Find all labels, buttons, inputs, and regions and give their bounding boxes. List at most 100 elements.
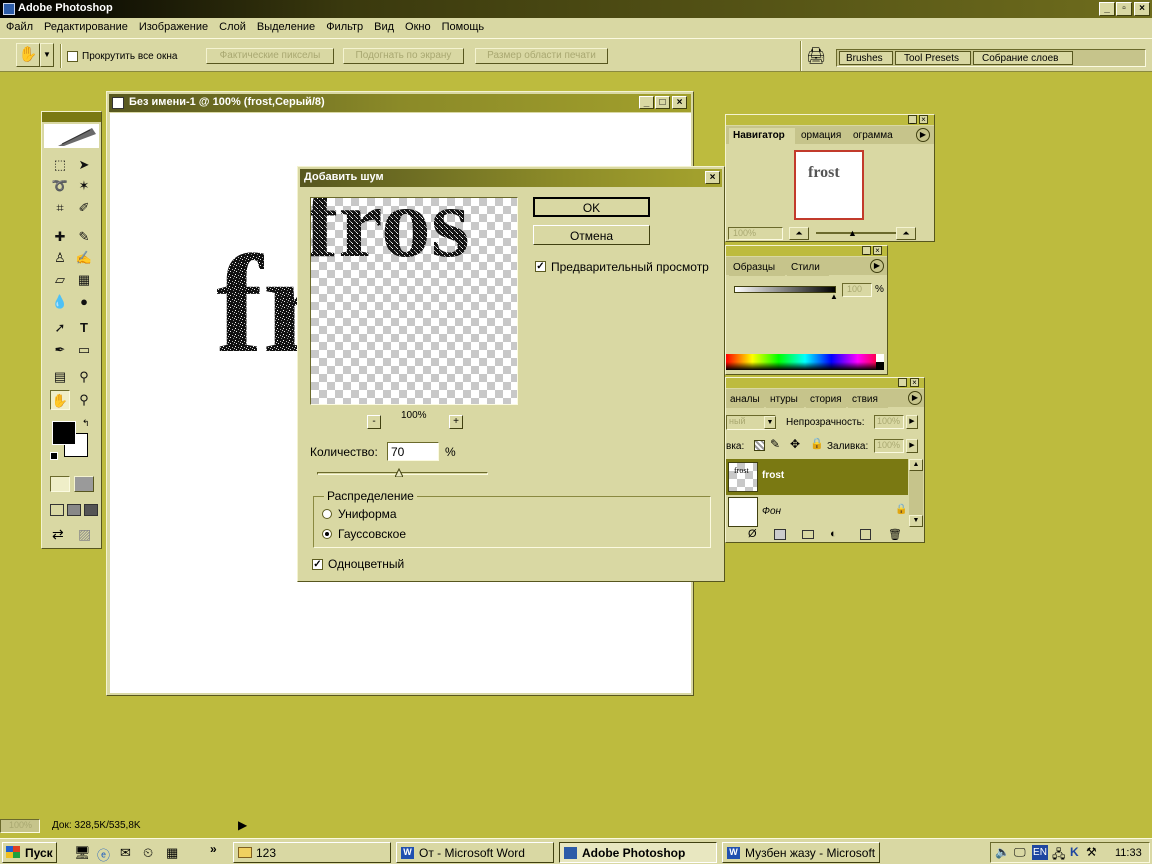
- healing-brush-icon[interactable]: ✚: [50, 227, 70, 247]
- tray-tool-icon[interactable]: ⚒: [1086, 845, 1097, 859]
- ok-button[interactable]: OK: [533, 197, 650, 217]
- quicklaunch-chevron[interactable]: »: [210, 842, 217, 856]
- tray-k-icon[interactable]: K: [1070, 845, 1079, 859]
- doc-close-icon[interactable]: ×: [672, 96, 687, 109]
- navigator-zoom-field[interactable]: 100%: [728, 227, 783, 240]
- color-header[interactable]: _ ×: [726, 246, 887, 256]
- layers-header[interactable]: _ ×: [726, 378, 924, 388]
- tools-palette-header[interactable]: [42, 112, 101, 122]
- gradient-icon[interactable]: ▦: [74, 270, 94, 290]
- well-tab-tool-presets[interactable]: Tool Presets: [895, 51, 971, 65]
- well-tab-brushes[interactable]: Brushes: [839, 51, 893, 65]
- tab-channels[interactable]: аналы: [726, 392, 764, 408]
- layer-mask-icon[interactable]: [774, 529, 786, 540]
- blur-icon[interactable]: 💧: [50, 292, 70, 312]
- type-icon[interactable]: T: [74, 318, 94, 338]
- status-menu-icon[interactable]: ▶: [238, 818, 247, 832]
- slice-icon[interactable]: ✐: [74, 198, 94, 218]
- magic-wand-icon[interactable]: ✶: [74, 176, 94, 196]
- quicklaunch-clock-icon[interactable]: ⏲: [143, 845, 153, 861]
- preview-checkbox[interactable]: ✓: [535, 261, 546, 272]
- imageready-icon[interactable]: ▨: [78, 526, 91, 543]
- actual-pixels-button[interactable]: Фактические пикселы: [206, 48, 334, 64]
- tray-language[interactable]: EN: [1032, 845, 1048, 860]
- file-browser-icon[interactable]: 🖨: [806, 46, 826, 66]
- gray-slider-ramp[interactable]: [734, 286, 836, 293]
- menu-filter[interactable]: Фильтр: [320, 18, 368, 33]
- adjustment-layer-icon[interactable]: ◐: [830, 528, 837, 540]
- scroll-down-icon[interactable]: ▼: [909, 515, 923, 527]
- tab-histogram[interactable]: ограмма: [849, 128, 899, 144]
- gray-slider-thumb[interactable]: ▲: [830, 292, 838, 301]
- navigator-zoom-out-icon[interactable]: ⏶: [789, 227, 809, 240]
- dialog-title-bar[interactable]: Добавить шум ×: [300, 169, 722, 187]
- layers-scrollbar[interactable]: ▲ ▼: [909, 459, 923, 527]
- tab-navigator[interactable]: Навигатор: [729, 128, 795, 144]
- menu-file[interactable]: Файл: [0, 18, 38, 33]
- layer-row-frost[interactable]: frost frost: [726, 459, 908, 495]
- task-word[interactable]: От - Microsoft Word: [396, 842, 554, 863]
- gaussian-radio[interactable]: [322, 529, 332, 539]
- color-close-icon[interactable]: ×: [873, 246, 882, 255]
- layers-minimize-icon[interactable]: _: [898, 378, 907, 387]
- clone-stamp-icon[interactable]: ♙: [50, 248, 70, 268]
- status-zoom[interactable]: 100%: [0, 819, 40, 833]
- menu-window[interactable]: Окно: [399, 18, 436, 33]
- jump-to-imageready-icon[interactable]: ⇄: [52, 526, 64, 543]
- notes-icon[interactable]: ▤: [50, 367, 70, 387]
- menu-edit[interactable]: Редактирование: [38, 18, 133, 33]
- standard-mode-icon[interactable]: [50, 476, 70, 492]
- task-word-2[interactable]: Музбен жазу - Microsoft ...: [722, 842, 880, 863]
- navigator-thumbnail[interactable]: frost: [794, 150, 864, 220]
- tab-paths[interactable]: нтуры: [766, 392, 804, 408]
- navigator-header[interactable]: _ ×: [726, 115, 934, 125]
- quicklaunch-outlook-icon[interactable]: ✉: [120, 845, 131, 861]
- task-photoshop[interactable]: Adobe Photoshop: [559, 842, 717, 863]
- opacity-field[interactable]: 100%: [874, 415, 904, 429]
- tab-info[interactable]: ормация: [797, 128, 847, 144]
- lock-all-icon[interactable]: 🔒: [810, 437, 824, 450]
- quicklaunch-excel-icon[interactable]: ▦: [166, 845, 178, 861]
- zoom-out-button[interactable]: -: [367, 415, 381, 429]
- tab-styles[interactable]: Стили: [787, 260, 829, 276]
- doc-minimize-icon[interactable]: _: [639, 96, 654, 109]
- tray-speaker-icon[interactable]: 🔈: [995, 845, 1010, 859]
- layer-row-background[interactable]: Фон 🔒: [726, 496, 908, 528]
- close-icon[interactable]: ×: [1134, 2, 1150, 16]
- tab-swatches[interactable]: Образцы: [729, 260, 785, 276]
- layers-menu-icon[interactable]: ▶: [908, 391, 922, 405]
- fill-arrow-icon[interactable]: ▶: [906, 439, 918, 453]
- screen-mode-standard-icon[interactable]: [50, 504, 64, 516]
- layer-style-icon[interactable]: Ø: [748, 528, 757, 540]
- dodge-icon[interactable]: ●: [74, 292, 94, 312]
- cancel-button[interactable]: Отмена: [533, 225, 650, 245]
- quicklaunch-desktop-icon[interactable]: 🖥: [74, 845, 91, 861]
- hand-icon[interactable]: ✋: [50, 390, 70, 410]
- menu-select[interactable]: Выделение: [251, 18, 320, 33]
- history-brush-icon[interactable]: ✍: [74, 248, 94, 268]
- preview-pane[interactable]: fros: [310, 197, 518, 405]
- feather-logo-icon[interactable]: [44, 124, 99, 148]
- amount-input[interactable]: 70: [387, 442, 439, 461]
- minimize-icon[interactable]: _: [1099, 2, 1115, 16]
- navigator-minimize-icon[interactable]: _: [908, 115, 917, 124]
- menu-view[interactable]: Вид: [368, 18, 399, 33]
- monochromatic-checkbox[interactable]: ✓: [312, 559, 323, 570]
- dialog-close-icon[interactable]: ×: [705, 171, 720, 184]
- lock-image-icon[interactable]: ✎: [770, 437, 780, 451]
- color-ramp[interactable]: [726, 354, 884, 370]
- screen-mode-menu-icon[interactable]: [67, 504, 81, 516]
- print-size-button[interactable]: Размер области печати: [475, 48, 608, 64]
- layers-close-icon[interactable]: ×: [910, 378, 919, 387]
- fit-on-screen-button[interactable]: Подогнать по экрану: [343, 48, 464, 64]
- swap-colors-icon[interactable]: ↰: [82, 418, 90, 429]
- crop-icon[interactable]: ⌗: [50, 198, 70, 218]
- brush-icon[interactable]: ✎: [74, 227, 94, 247]
- task-folder-123[interactable]: 123: [233, 842, 391, 863]
- pen-icon[interactable]: ✒: [50, 340, 70, 360]
- color-minimize-icon[interactable]: _: [862, 246, 871, 255]
- navigator-close-icon[interactable]: ×: [919, 115, 928, 124]
- zoom-in-button[interactable]: +: [449, 415, 463, 429]
- move-icon[interactable]: ➤: [74, 155, 94, 175]
- trash-icon[interactable]: 🗑: [888, 528, 902, 541]
